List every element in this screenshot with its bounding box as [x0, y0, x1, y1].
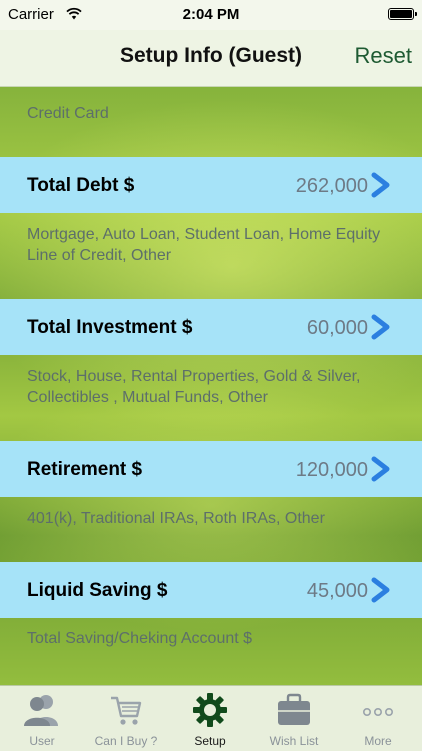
row-value: 120,000 [295, 459, 368, 481]
nav-bar: Setup Info (Guest) Reset [0, 30, 422, 87]
row-label: Total Debt $ [27, 175, 135, 196]
reset-button[interactable]: Reset [355, 43, 412, 69]
status-bar: Carrier 2:04 PM [0, 0, 422, 30]
row-description: Mortgage, Auto Loan, Student Loan, Home … [27, 226, 381, 264]
tab-setup[interactable]: Setup [168, 686, 252, 751]
user-icon [24, 695, 58, 726]
cart-icon [111, 696, 142, 725]
row-label: Liquid Saving $ [27, 580, 168, 601]
tab-label: User [29, 734, 55, 748]
tab-label: More [364, 734, 392, 748]
row-label: Total Investment $ [27, 317, 193, 338]
chevron-right-icon [371, 172, 390, 198]
row-total-investment[interactable]: Total Investment $ 60,000 [0, 299, 422, 355]
tab-bar: User Can I Buy ? Setup Wish List More [0, 685, 422, 751]
tab-can-i-buy[interactable]: Can I Buy ? [84, 686, 168, 751]
row-description: Total Saving/Cheking Account $ [27, 630, 253, 647]
credit-card-description: Credit Card [27, 105, 109, 122]
row-liquid-saving[interactable]: Liquid Saving $ 45,000 [0, 562, 422, 618]
row-retirement[interactable]: Retirement $ 120,000 [0, 441, 422, 497]
row-total-debt[interactable]: Total Debt $ 262,000 [0, 157, 422, 213]
row-value: 262,000 [295, 175, 368, 197]
tab-more[interactable]: More [336, 686, 420, 751]
clock: 2:04 PM [182, 6, 240, 23]
setup-list: Credit Card Total Debt $ 262,000 Mortgag… [0, 87, 422, 685]
briefcase-icon [278, 693, 310, 725]
row-value: 60,000 [306, 317, 368, 339]
tab-user[interactable]: User [0, 686, 84, 751]
row-label: Retirement $ [27, 459, 143, 480]
chevron-right-icon [371, 577, 390, 603]
chevron-right-icon [371, 456, 390, 482]
row-description: Stock, House, Rental Properties, Gold & … [27, 368, 361, 406]
more-icon [363, 707, 393, 716]
row-description: 401(k), Traditional IRAs, Roth IRAs, Oth… [27, 510, 325, 527]
tab-label: Wish List [269, 734, 319, 748]
row-value: 45,000 [306, 580, 368, 602]
gear-icon [193, 693, 227, 727]
tab-wish-list[interactable]: Wish List [252, 686, 336, 751]
tab-label: Can I Buy ? [94, 734, 158, 748]
tab-label: Setup [194, 734, 226, 748]
chevron-right-icon [371, 314, 390, 340]
battery-icon [388, 8, 417, 20]
